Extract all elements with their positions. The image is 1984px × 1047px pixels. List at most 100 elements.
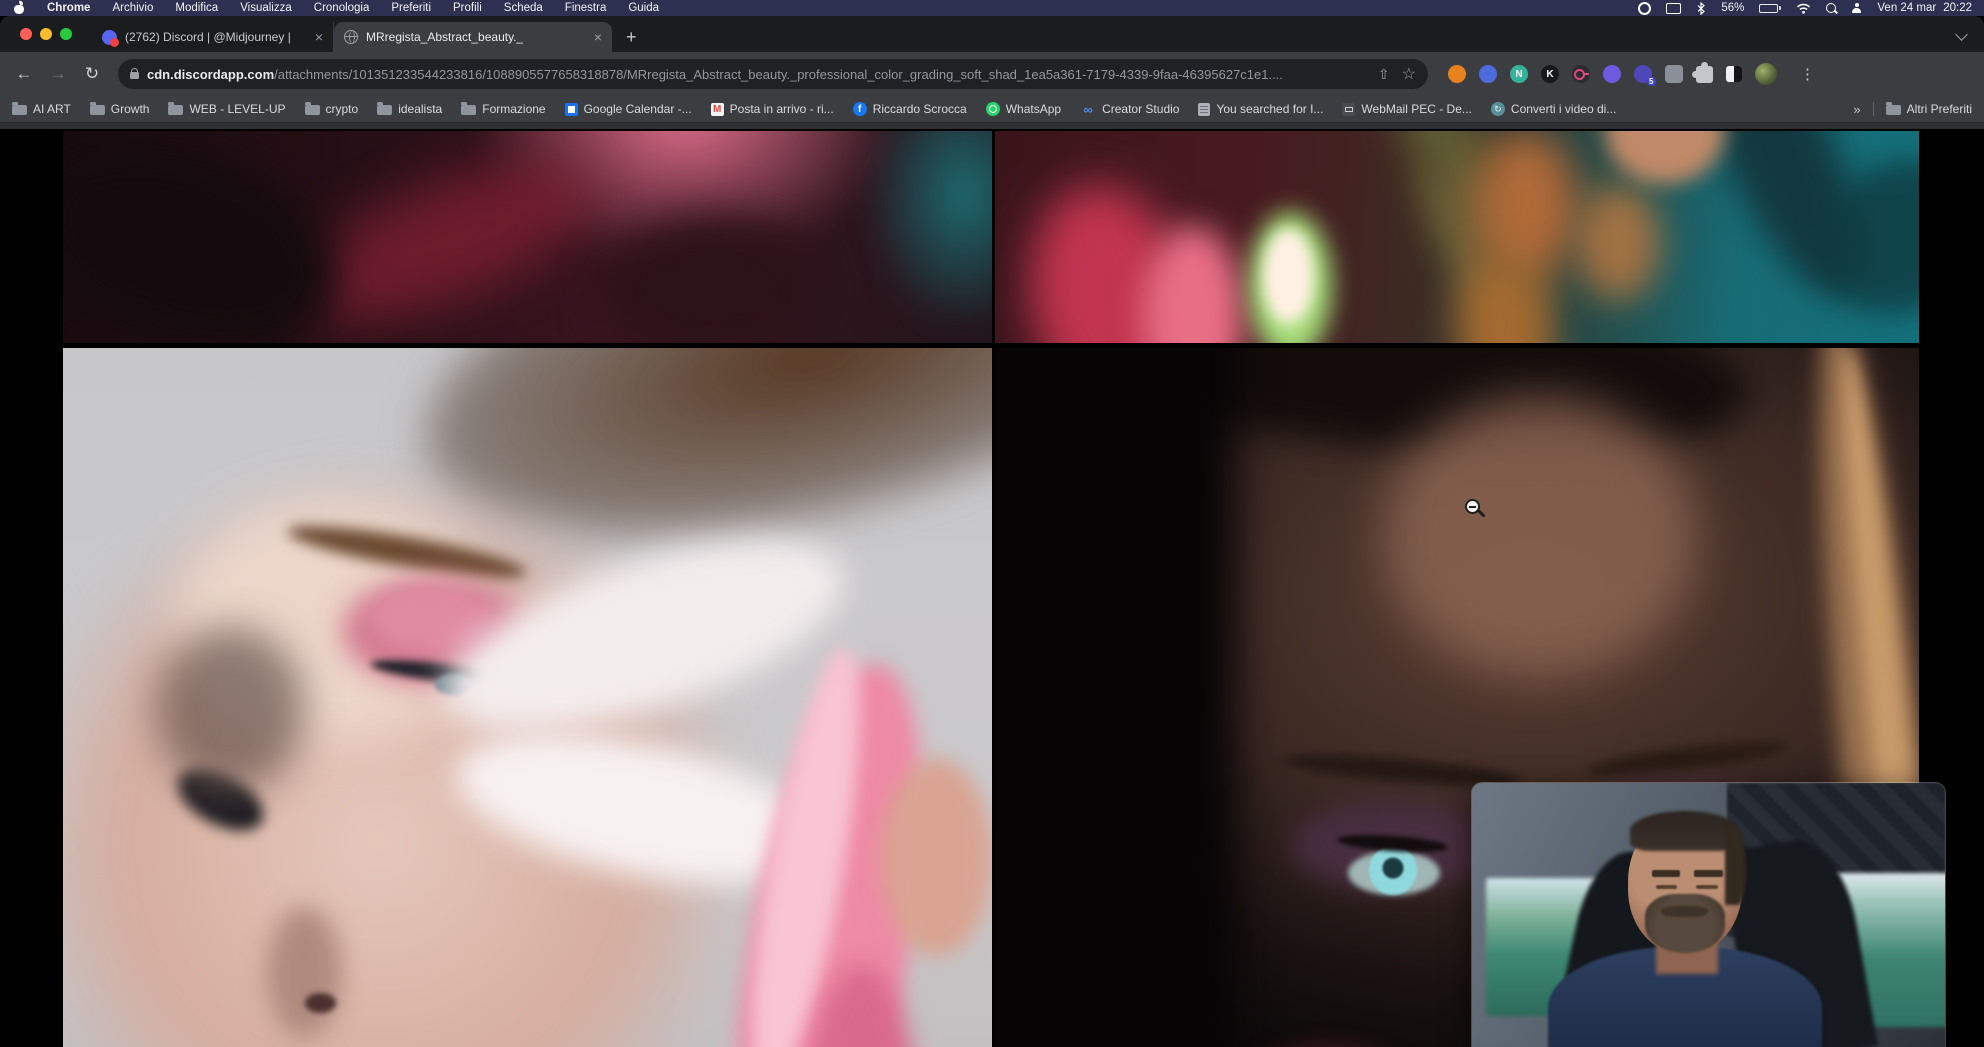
url-path: /attachments/101351233544233816/10889055… <box>274 67 1283 82</box>
tab-close-icon[interactable]: × <box>315 30 323 44</box>
display-icon[interactable] <box>1666 3 1681 14</box>
art-blob <box>1577 184 1660 301</box>
wifi-icon[interactable] <box>1796 3 1811 14</box>
reader-mode-icon[interactable] <box>1726 66 1742 82</box>
bookmark-label: Formazione <box>482 102 545 116</box>
art-blob <box>1263 229 1314 324</box>
bookmark-ai-art[interactable]: AI ART <box>12 102 71 116</box>
reload-button[interactable]: ↻ <box>78 60 106 88</box>
spotlight-search-icon[interactable] <box>1826 3 1836 13</box>
url-text: cdn.discordapp.com/attachments/101351233… <box>147 67 1283 82</box>
magnifier-minus <box>1469 506 1476 508</box>
menu-scheda[interactable]: Scheda <box>504 2 543 14</box>
share-icon[interactable]: ⇧ <box>1378 66 1390 83</box>
bookmark-web-level-up[interactable]: WEB - LEVEL-UP <box>168 102 285 116</box>
tab-discord[interactable]: (2762) Discord | @Midjourney | × <box>92 22 334 52</box>
tab-search-chevron-icon[interactable] <box>1955 28 1968 41</box>
record-icon[interactable] <box>1638 2 1651 15</box>
art-shadow <box>156 627 305 791</box>
bookmark-formazione[interactable]: Formazione <box>461 102 545 116</box>
bookmark-label: Converti i video di... <box>1511 102 1616 116</box>
bookmark-crypto[interactable]: crypto <box>305 102 359 116</box>
new-tab-button[interactable]: + <box>626 22 637 52</box>
battery-icon[interactable] <box>1759 4 1781 13</box>
art-blob <box>1475 131 1577 279</box>
extension-gray-icon[interactable] <box>1665 65 1683 83</box>
art-vignette-left <box>995 348 1235 1047</box>
bookmark-webmail-pec[interactable]: WebMail PEC - De... <box>1342 102 1471 116</box>
window-controls <box>20 28 72 40</box>
webcam-overlay <box>1472 783 1945 1047</box>
whatsapp-icon <box>986 102 1000 116</box>
extensions-puzzle-icon[interactable] <box>1696 66 1713 83</box>
art-blob <box>1605 131 1725 184</box>
tab-image-active[interactable]: MRregista_Abstract_beauty._ × <box>334 22 612 52</box>
artwork-bottom-left[interactable] <box>63 348 992 1047</box>
profile-avatar[interactable] <box>1755 63 1777 85</box>
extension-dark-icon[interactable]: K <box>1541 65 1559 83</box>
menu-profili[interactable]: Profili <box>453 2 482 14</box>
meta-infinity-icon: ∞ <box>1080 103 1096 116</box>
apple-menu-icon[interactable] <box>14 2 25 14</box>
menu-visualizza[interactable]: Visualizza <box>240 2 292 14</box>
bookmark-gmail-inbox[interactable]: MPosta in arrivo - ri... <box>711 102 834 116</box>
tab-close-icon[interactable]: × <box>594 30 602 44</box>
menu-clock[interactable]: Ven 24 mar 20:22 <box>1877 2 1972 14</box>
page-icon <box>1198 103 1210 116</box>
artwork-top-right[interactable] <box>995 131 1919 343</box>
magnifier-handle <box>1477 509 1485 517</box>
macos-menu-bar: Chrome Archivio Modifica Visualizza Cron… <box>0 0 1984 16</box>
bookmark-creator-studio[interactable]: ∞Creator Studio <box>1080 102 1179 116</box>
bookmark-label: WebMail PEC - De... <box>1361 102 1471 116</box>
google-calendar-icon <box>565 103 578 116</box>
extension-teal-icon[interactable]: N <box>1510 65 1528 83</box>
bookmark-whatsapp[interactable]: WhatsApp <box>986 102 1061 116</box>
artwork-top-left[interactable] <box>63 131 992 343</box>
menu-archivio[interactable]: Archivio <box>112 2 153 14</box>
forward-button[interactable]: → <box>44 60 72 88</box>
folder-icon <box>1886 105 1901 115</box>
art-eyeshadow-core <box>370 586 491 652</box>
bookmark-label: idealista <box>398 102 442 116</box>
bookmark-label: Google Calendar -... <box>584 102 692 116</box>
menu-guida[interactable]: Guida <box>628 2 659 14</box>
bookmarks-overflow-chevron[interactable]: » <box>1853 102 1860 117</box>
lock-icon[interactable] <box>130 72 139 79</box>
extension-orange-icon[interactable] <box>1448 65 1466 83</box>
bookmark-growth[interactable]: Growth <box>90 102 150 116</box>
chrome-menu-icon[interactable]: ⋮ <box>1800 65 1815 83</box>
zoom-window-button[interactable] <box>60 28 72 40</box>
close-window-button[interactable] <box>20 28 32 40</box>
extension-blue-icon[interactable] <box>1479 65 1497 83</box>
browser-window: (2762) Discord | @Midjourney | × MRregis… <box>0 16 1984 1047</box>
bookmark-google-calendar[interactable]: Google Calendar -... <box>565 102 692 116</box>
minimize-window-button[interactable] <box>40 28 52 40</box>
fast-user-switch-icon[interactable] <box>1851 3 1862 14</box>
address-bar[interactable]: cdn.discordapp.com/attachments/101351233… <box>118 59 1428 89</box>
folder-icon <box>305 105 320 115</box>
bookmark-you-searched[interactable]: You searched for I... <box>1198 102 1323 116</box>
art-nose-shadow <box>267 907 341 1039</box>
extension-key-icon[interactable] <box>1572 65 1590 83</box>
extension-violet-icon[interactable] <box>1603 65 1621 83</box>
bookmark-idealista[interactable]: idealista <box>377 102 442 116</box>
bookmark-label: WhatsApp <box>1006 102 1061 116</box>
bookmark-label: Riccardo Scrocca <box>873 102 967 116</box>
extension-indigo-icon[interactable]: 5 <box>1634 65 1652 83</box>
tabs: (2762) Discord | @Midjourney | × MRregis… <box>92 16 637 52</box>
bookmark-star-icon[interactable]: ☆ <box>1402 64 1416 84</box>
other-bookmarks-folder[interactable]: Altri Preferiti <box>1886 102 1972 116</box>
menu-finestra[interactable]: Finestra <box>565 2 607 14</box>
bookmarks-bar: AI ART Growth WEB - LEVEL-UP crypto idea… <box>0 96 1984 123</box>
bluetooth-icon[interactable] <box>1696 2 1706 15</box>
menu-cronologia[interactable]: Cronologia <box>314 2 370 14</box>
menu-modifica[interactable]: Modifica <box>175 2 218 14</box>
bookmark-facebook-profile[interactable]: fRiccardo Scrocca <box>853 102 967 116</box>
bookmark-label: Growth <box>111 102 150 116</box>
bookmark-video-converter[interactable]: ↻Converti i video di... <box>1491 102 1616 116</box>
menu-preferiti[interactable]: Preferiti <box>391 2 431 14</box>
bookmark-label: You searched for I... <box>1216 102 1323 116</box>
menu-chrome[interactable]: Chrome <box>47 2 90 14</box>
tab-title: (2762) Discord | @Midjourney | <box>125 30 291 44</box>
back-button[interactable]: ← <box>10 60 38 88</box>
